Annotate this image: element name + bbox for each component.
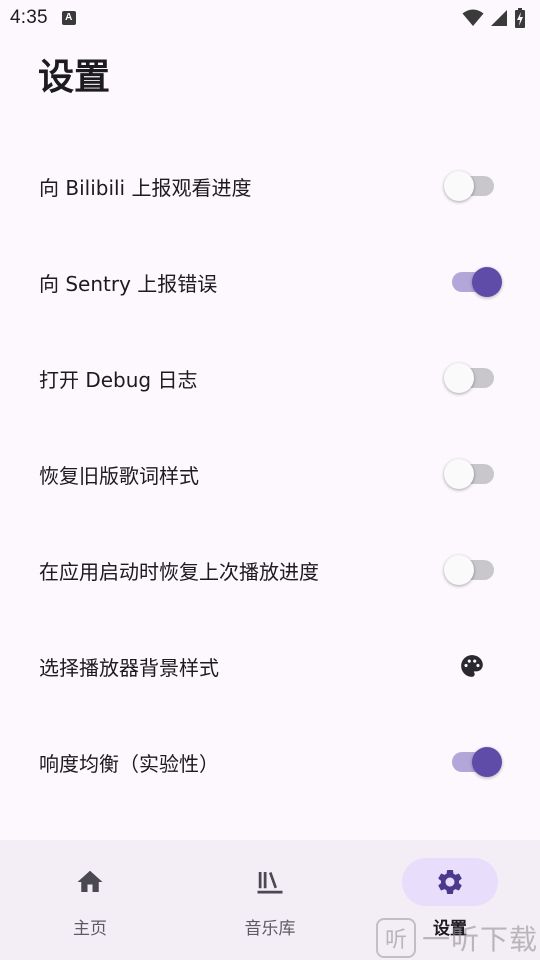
- status-bar: 4:35 A: [0, 0, 540, 36]
- switch-thumb: [444, 363, 474, 393]
- settings-list: 向 Bilibili 上报观看进度 向 Sentry 上报错误 打开 Debug…: [0, 138, 540, 810]
- palette-button[interactable]: [444, 650, 500, 682]
- status-right: [462, 8, 526, 28]
- watermark-logo: 听: [375, 918, 416, 958]
- nav-label: 音乐库: [244, 919, 296, 939]
- notification-app-icon: A: [61, 11, 76, 25]
- setting-row-player-background[interactable]: 选择播放器背景样式: [0, 618, 540, 714]
- setting-label: 打开 Debug 日志: [39, 367, 198, 392]
- setting-label: 向 Bilibili 上报观看进度: [39, 175, 252, 200]
- palette-icon: [461, 655, 483, 677]
- setting-row-bilibili-progress[interactable]: 向 Bilibili 上报观看进度: [0, 138, 540, 234]
- setting-row-legacy-lyrics[interactable]: 恢复旧版歌词样式: [0, 426, 540, 522]
- setting-row-debug-log[interactable]: 打开 Debug 日志: [0, 330, 540, 426]
- setting-label: 恢复旧版歌词样式: [39, 463, 199, 488]
- cellular-signal-icon: [491, 10, 507, 26]
- loudness-normalization-switch[interactable]: [444, 746, 502, 778]
- status-time: 4:35: [10, 7, 48, 28]
- nav-icon-container: [222, 858, 318, 906]
- switch-thumb: [472, 267, 502, 297]
- page-title: 设置: [38, 57, 111, 98]
- nav-item-library[interactable]: 音乐库: [180, 840, 360, 960]
- battery-charging-icon: [515, 8, 525, 28]
- setting-row-restore-playback[interactable]: 在应用启动时恢复上次播放进度: [0, 522, 540, 618]
- legacy-lyrics-switch[interactable]: [444, 458, 500, 490]
- setting-row-loudness-normalization[interactable]: 响度均衡（实验性）: [0, 714, 540, 810]
- nav-active-indicator: [402, 858, 498, 906]
- sentry-errors-switch[interactable]: [444, 266, 502, 298]
- setting-label: 向 Sentry 上报错误: [39, 271, 218, 296]
- nav-icon-container: [42, 858, 138, 906]
- home-icon: [77, 870, 103, 892]
- switch-thumb: [444, 459, 474, 489]
- setting-label: 选择播放器背景样式: [39, 655, 219, 680]
- app-screen: 4:35 A 设置 向 Bilibili 上报观看进度 向 Sentry 上报错…: [0, 0, 540, 960]
- library-icon: [257, 872, 283, 894]
- nav-label: 主页: [73, 919, 107, 939]
- switch-thumb: [472, 747, 502, 777]
- switch-thumb: [444, 171, 474, 201]
- notification-icon-letter: A: [65, 12, 73, 23]
- watermark: 听 一听下载: [375, 916, 540, 960]
- bilibili-progress-switch[interactable]: [444, 170, 500, 202]
- restore-playback-switch[interactable]: [444, 554, 500, 586]
- setting-label: 在应用启动时恢复上次播放进度: [39, 559, 319, 584]
- switch-thumb: [444, 555, 474, 585]
- setting-label: 响度均衡（实验性）: [39, 751, 219, 776]
- setting-row-sentry-errors[interactable]: 向 Sentry 上报错误: [0, 234, 540, 330]
- nav-item-home[interactable]: 主页: [0, 840, 180, 960]
- status-left: 4:35 A: [10, 7, 76, 29]
- gear-icon: [438, 870, 462, 894]
- wifi-icon: [462, 9, 484, 26]
- watermark-text: 一听下载: [421, 923, 538, 956]
- debug-log-switch[interactable]: [444, 362, 500, 394]
